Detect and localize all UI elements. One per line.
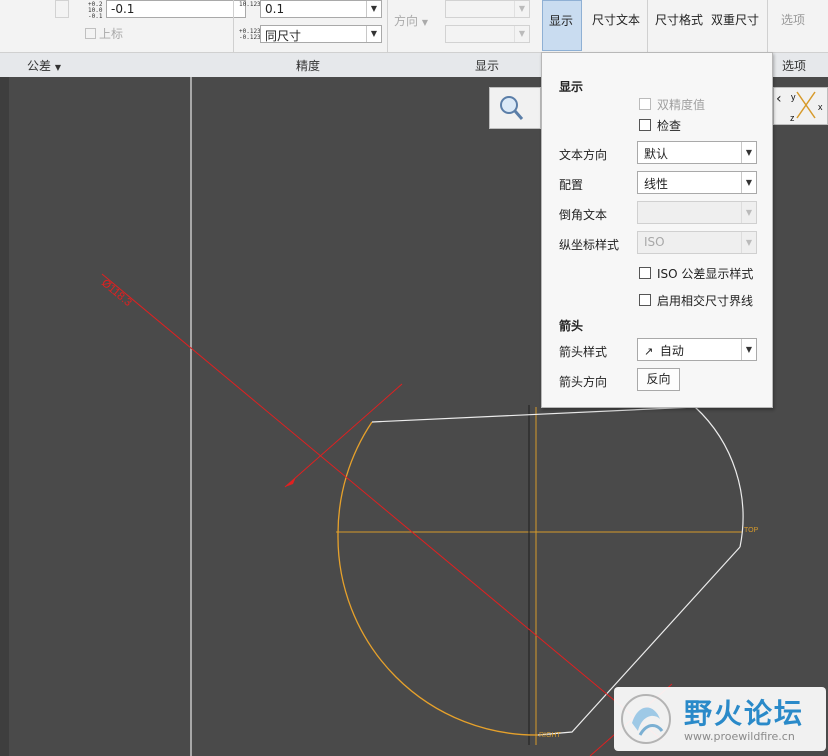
top-datum-label: TOP: [744, 527, 759, 534]
checkbox-box: [639, 267, 651, 279]
tolerance-precision-icon: +0.123 -0.123: [239, 28, 261, 41]
tolerance-icon: +0.2 10.0 -0.1: [88, 1, 103, 20]
svg-text:x: x: [818, 102, 823, 112]
inspect-label: 检查: [657, 119, 682, 133]
chevron-down-icon: ▼: [741, 339, 756, 360]
chevron-down-icon: ▼: [514, 26, 529, 42]
display-button[interactable]: 显示: [542, 0, 582, 51]
precision-value-dropdown[interactable]: 0.1 ▼: [260, 0, 382, 18]
dim-format-button[interactable]: 尺寸格式: [655, 11, 703, 28]
chamfer-text-dropdown[interactable]: ▼: [637, 201, 757, 224]
checkbox-box: [639, 294, 651, 306]
flip-arrow-button[interactable]: 反向: [637, 368, 680, 391]
options-group-label: 选项: [782, 59, 807, 73]
panel-title: 显示: [559, 80, 584, 94]
csys-display-toolbar: ‹ y x z: [773, 87, 828, 125]
text-orientation-dropdown[interactable]: 默认 ▼: [637, 141, 757, 164]
iso-tolerance-display-checkbox[interactable]: ISO 公差显示样式: [639, 265, 753, 282]
chevron-down-icon: ▼: [741, 142, 756, 163]
iso-tolerance-display-label: ISO 公差显示样式: [657, 267, 754, 281]
tolerance-dropdown-left[interactable]: [55, 0, 69, 18]
chevron-down-icon: ▼: [741, 202, 756, 223]
tolerance-group-label[interactable]: 公差 ▼: [27, 57, 61, 74]
chevron-down-icon: ▼: [366, 26, 381, 42]
arrow-style-label: 箭头样式: [559, 345, 608, 359]
view-toolbar: [489, 87, 541, 129]
display-dropdown-1[interactable]: ▼: [445, 0, 530, 18]
sketch-arc[interactable]: [337, 421, 539, 736]
enable-intersect-checkbox[interactable]: 启用相交尺寸界线: [639, 292, 753, 309]
checkbox-box: [639, 119, 651, 131]
display-group-label: 显示: [475, 59, 500, 73]
ordinate-style-label: 纵坐标样式: [559, 238, 620, 252]
precision-icon: 10.123: [239, 1, 261, 8]
svg-text:y: y: [791, 92, 796, 102]
arrow-style-dropdown[interactable]: ↗ 自动 ▼: [637, 338, 757, 361]
right-datum-label: RIGHT: [539, 732, 562, 739]
dimension-text[interactable]: Ø118.3: [99, 277, 134, 309]
csys-icon[interactable]: y x z: [788, 88, 828, 124]
tolerance-value-field[interactable]: -0.1: [106, 0, 246, 18]
chevron-down-icon: ▼: [741, 232, 756, 253]
options-button[interactable]: 选项: [781, 11, 805, 28]
arrow-style-icon: ↗: [644, 345, 654, 358]
dual-precision-label: 双精度值: [657, 98, 706, 112]
dim-text-button[interactable]: 尺寸文本: [592, 11, 640, 28]
precision-group-label: 精度: [296, 59, 321, 73]
forum-logo-icon: [621, 694, 671, 744]
ordinate-style-dropdown[interactable]: ISO ▼: [637, 231, 757, 254]
display-dropdown-2[interactable]: ▼: [445, 25, 530, 43]
dimension-witness-line[interactable]: [284, 383, 403, 488]
chevron-down-icon: ▼: [366, 1, 381, 17]
sketch-top-edge[interactable]: [371, 406, 696, 423]
group-divider: [647, 0, 648, 52]
text-orientation-label: 文本方向: [559, 148, 608, 162]
svg-text:z: z: [790, 113, 795, 123]
watermark: 野火论坛 www.proewildfire.cn: [614, 687, 826, 751]
config-label: 配置: [559, 178, 584, 192]
precision-mode-dropdown[interactable]: 同尺寸 ▼: [260, 25, 382, 43]
enable-intersect-label: 启用相交尺寸界线: [657, 294, 754, 308]
sketch-right-arc[interactable]: [694, 406, 744, 548]
chamfer-text-label: 倒角文本: [559, 208, 608, 222]
direction-dropdown[interactable]: 方向 ▼: [394, 12, 428, 29]
checkbox-box: [639, 98, 651, 110]
arrow-direction-label: 箭头方向: [559, 375, 608, 389]
arrow-section-header: 箭头: [559, 319, 584, 333]
chevron-down-icon: ▼: [514, 1, 529, 17]
upper-checkbox[interactable]: 上标: [85, 25, 123, 42]
inspect-checkbox[interactable]: 检查: [639, 117, 681, 134]
display-panel: 显示 双精度值 检查 文本方向 默认 ▼ 配置 线性 ▼ 倒角文本 ▼ 纵坐标样…: [541, 52, 773, 408]
watermark-title: 野火论坛: [684, 697, 805, 730]
dual-dim-button[interactable]: 双重尺寸: [711, 11, 759, 28]
dual-precision-checkbox[interactable]: 双精度值: [639, 96, 705, 113]
canvas-left-edge: [0, 77, 9, 756]
chevron-left-icon[interactable]: ‹: [776, 91, 782, 107]
config-dropdown[interactable]: 线性 ▼: [637, 171, 757, 194]
watermark-url: www.proewildfire.cn: [684, 730, 795, 743]
chevron-down-icon: ▼: [741, 172, 756, 193]
zoom-icon[interactable]: [498, 94, 524, 122]
